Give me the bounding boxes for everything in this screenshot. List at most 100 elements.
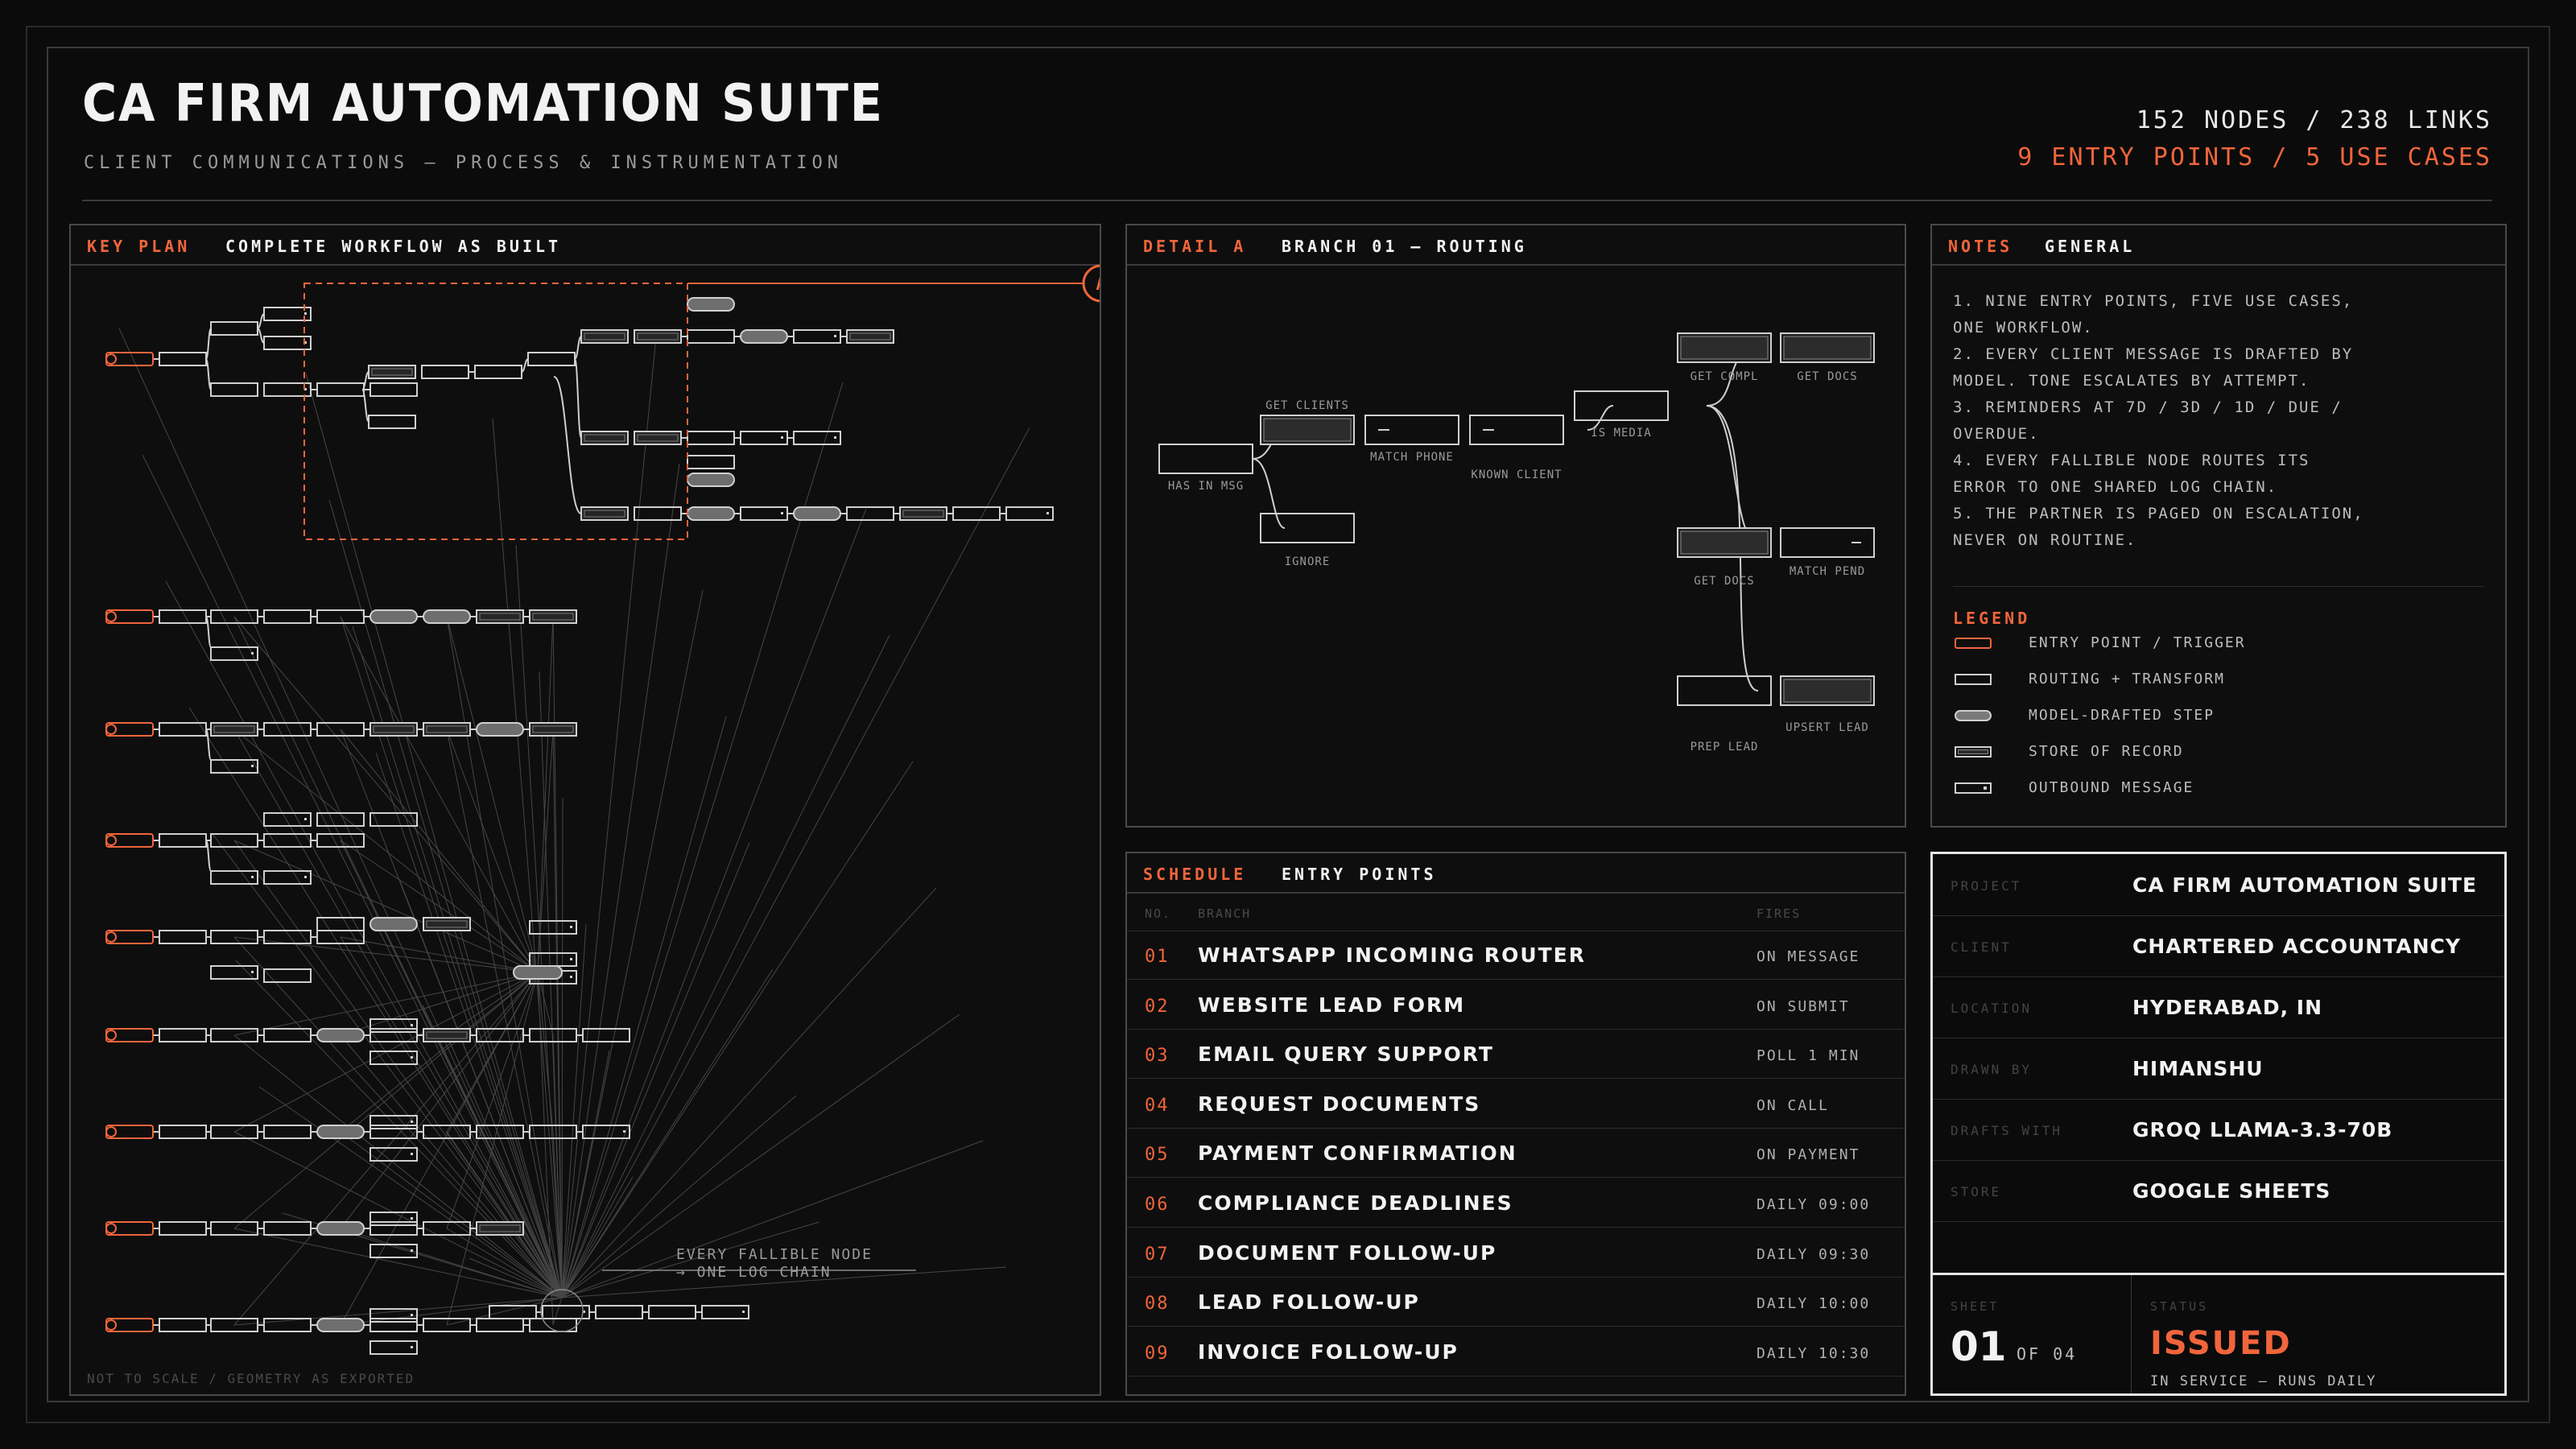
notes-header: NOTES GENERAL [1932,225,2505,266]
detail-a-title: BRANCH 01 — ROUTING [1282,237,1527,256]
key-plan-panel: KEY PLAN COMPLETE WORKFLOW AS BUILT A EV… [69,224,1101,1396]
row-branch: DOCUMENT FOLLOW-UP [1198,1241,1497,1265]
routing-node [421,365,469,379]
outbound-node-dot [411,1217,413,1220]
note-line: 3. REMINDERS AT 7D / 3D / 1D / DUE / [1953,398,2343,416]
log-link [142,454,563,1298]
routing-node [369,382,418,397]
schedule-row[interactable]: 08 LEAD FOLLOW-UP DAILY 10:00 [1127,1278,1905,1327]
note-line: ONE WORKFLOW. [1953,319,2094,336]
workflow-edge [574,336,582,360]
schedule-row[interactable]: 05 PAYMENT CONFIRMATION ON PAYMENT [1127,1129,1905,1179]
note-line: 4. EVERY FALLIBLE NODE ROUTES ITS [1953,452,2310,469]
model-node [793,506,841,521]
node-is-media [1574,390,1669,421]
label-has-in-msg: HAS IN MSG [1168,480,1244,493]
log-link [340,1297,563,1326]
title-block-row: LOCATION HYDERABAD, IN [1933,976,2504,1038]
model-node [316,1221,365,1236]
key-plan-header: KEY PLAN COMPLETE WORKFLOW AS BUILT [71,225,1100,266]
outbound-node-dot [570,976,572,978]
schedule-row[interactable]: 06 COMPLIANCE DEADLINES DAILY 09:00 [1127,1179,1905,1228]
store-node [580,506,629,521]
routing-node [474,365,522,379]
log-link [305,373,563,1298]
schedule-panel: SCHEDULE ENTRY POINTS NO. BRANCH FIRES 0… [1125,852,1906,1396]
status-value: ISSUED [2150,1325,2292,1362]
store-node [369,722,418,737]
node-link-count: 152 NODES / 238 LINKS [2136,106,2492,134]
header-rule [82,200,2492,201]
outbound-node [1005,506,1054,521]
row-branch: COMPLIANCE DEADLINES [1198,1191,1513,1215]
notes-panel: NOTES GENERAL 1. NINE ENTRY POINTS, FIVE… [1930,224,2507,828]
sheet-of: OF 04 [2017,1344,2078,1364]
label-upsert-lead: UPSERT LEAD [1785,721,1869,734]
note-line: OVERDUE. [1953,425,2040,443]
store-node [423,917,471,931]
outbound-node [701,1305,749,1319]
annotation-line-1: EVERY FALLIBLE NODE [676,1246,873,1263]
status-note: IN SERVICE — RUNS DAILY [2150,1373,2377,1389]
label-match-phone: MATCH PHONE [1370,451,1454,464]
routing-detail-diagram[interactable]: HAS IN MSG GET CLIENTS IGNORE MATCH PHON… [1127,264,1905,826]
outbound-node-dot [411,1024,413,1026]
log-link [561,463,680,1298]
title-block-value: HIMANSHU [2132,1057,2264,1080]
model-node [369,609,418,624]
detail-a-tag: DETAIL A [1143,237,1247,256]
title-block-row: STORE GOOGLE SHEETS [1933,1160,2504,1222]
schedule-row[interactable]: 03 EMAIL QUERY SUPPORT POLL 1 MIN [1127,1030,1905,1080]
outbound-node-dot [411,1056,413,1059]
log-link [233,1297,563,1326]
outbound-node-dot [411,1153,413,1155]
row-branch: LEAD FOLLOW-UP [1198,1290,1420,1315]
outbound-node [369,1212,418,1226]
schedule-row[interactable]: 01 WHATSAPP INCOMING ROUTER ON MESSAGE [1127,931,1905,980]
outbound-node-dot [304,312,307,315]
title-block-key: CLIENT [1951,939,2012,955]
store-node [634,431,682,445]
note-line: 5. THE PARTNER IS PAGED ON ESCALATION, [1953,505,2364,522]
outbound-node [793,329,841,344]
outbound-node-dot [781,436,783,439]
workflow-edge [574,358,582,439]
schedule-row[interactable]: 04 REQUEST DOCUMENTS ON CALL [1127,1080,1905,1129]
notes-list: 1. NINE ENTRY POINTS, FIVE USE CASES, ON… [1953,288,2364,554]
label-get-docs-top: GET DOCS [1797,370,1857,383]
store-node [846,329,894,344]
routing-node [263,1125,312,1139]
title-block-row: CLIENT CHARTERED ACCOUNTANCY [1933,915,2504,977]
title-block-value: GOOGLE SHEETS [2132,1179,2331,1203]
note-line: MODEL. TONE ESCALATES BY ATTEMPT. [1953,372,2310,390]
legend-routing: ROUTING + TRANSFORM [2029,671,2225,687]
legend-divider [1953,586,2484,587]
schedule-row[interactable]: 02 WEBSITE LEAD FORM ON SUBMIT [1127,980,1905,1030]
label-get-docs-mid: GET DOCS [1694,575,1754,588]
routing-symbol [1955,674,1992,685]
outbound-node-dot [570,926,572,928]
log-link [340,840,563,1298]
entry-node-dot [105,835,117,846]
sheet-number: 01 [1951,1323,2007,1370]
model-step-symbol [1955,710,1992,721]
routing-node [687,455,735,469]
store-node [899,506,947,521]
routing-node [159,1221,207,1236]
schedule-row[interactable]: 09 INVOICE FOLLOW-UP DAILY 10:30 [1127,1327,1905,1377]
model-node [316,1318,365,1332]
entry-node-dot [105,353,117,365]
log-link [340,936,539,973]
workflow-diagram[interactable]: A EVERY FALLIBLE NODE → ONE LOG CHAIN NO… [71,264,1100,1394]
label-get-clients: GET CLIENTS [1265,399,1349,412]
row-branch: REQUEST DOCUMENTS [1198,1092,1481,1116]
note-line: NEVER ON ROUTINE. [1953,531,2137,549]
detail-marker-letter: A [1096,275,1100,295]
schedule-row[interactable]: 07 DOCUMENT FOLLOW-UP DAILY 09:30 [1127,1228,1905,1278]
log-link [340,936,563,1298]
outbound-node [210,965,258,980]
entry-node-dot [105,931,117,943]
outbound-node-dot [304,876,307,878]
outbound-node-dot [623,1130,625,1133]
store-node [634,329,682,344]
